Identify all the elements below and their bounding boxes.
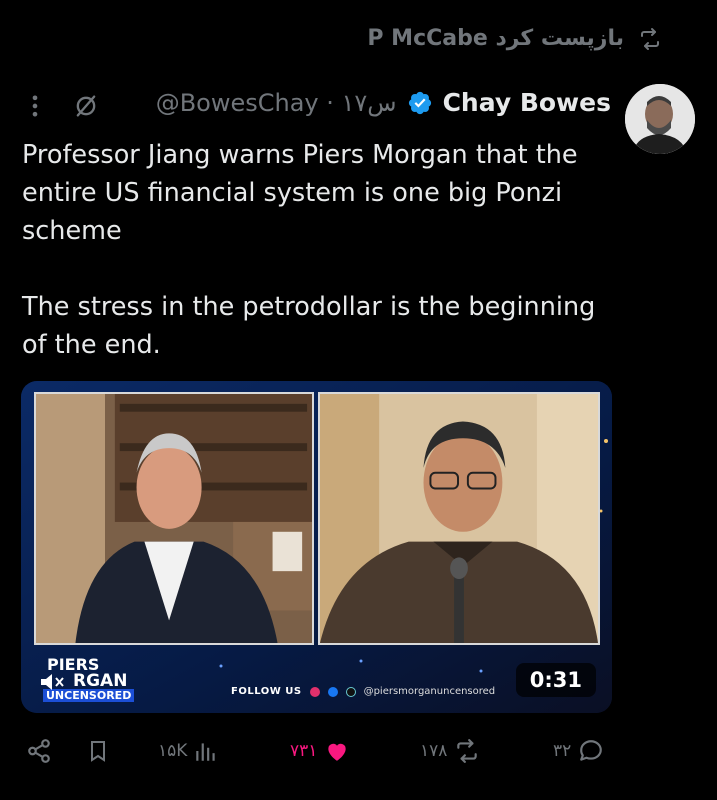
- instagram-icon: [309, 686, 320, 697]
- facebook-icon: [327, 686, 338, 697]
- avatar[interactable]: [625, 84, 695, 154]
- video-player[interactable]: PIERS RGAN UNCENSORED FOLLOW US @piersmo…: [21, 381, 612, 713]
- repost-icon: [638, 27, 662, 51]
- repost-indicator[interactable]: P McCabe بازپست کرد: [367, 26, 662, 51]
- social-handle: @piersmorganuncensored: [363, 686, 496, 697]
- action-bar: ۱۵K ۷۳۱ ۱۷۸ ۳۲: [0, 732, 717, 772]
- views-icon: [193, 738, 219, 764]
- author-display-name[interactable]: Chay Bowes: [443, 88, 611, 117]
- share-icon: [26, 738, 52, 764]
- handle-and-time[interactable]: @BowesChay · ۱۷س: [156, 89, 397, 117]
- share-button[interactable]: [26, 738, 52, 764]
- like-button[interactable]: ۷۳۱: [290, 738, 351, 764]
- verified-badge-icon: [407, 90, 433, 116]
- heart-icon: [323, 738, 351, 764]
- tiktok-icon: [345, 686, 356, 697]
- show-logo: PIERS RGAN UNCENSORED: [35, 653, 145, 703]
- bookmark-button[interactable]: [86, 738, 110, 764]
- logo-line-2: RGAN: [73, 671, 128, 691]
- guest-video-frame: [318, 392, 600, 645]
- host-video-frame: [34, 392, 314, 645]
- bookmark-icon: [86, 738, 110, 764]
- likes-count: ۷۳۱: [290, 741, 318, 761]
- mute-icon[interactable]: [39, 671, 67, 693]
- video-duration: 0:31: [515, 663, 596, 697]
- views-button[interactable]: ۱۵K: [158, 738, 219, 764]
- tweet-text: Professor Jiang warns Piers Morgan that …: [22, 140, 596, 360]
- retweet-icon: [453, 738, 481, 764]
- repost-text: P McCabe بازپست کرد: [367, 26, 624, 51]
- grok-icon[interactable]: [72, 92, 100, 120]
- reply-icon: [577, 738, 605, 764]
- more-options-icon[interactable]: [26, 92, 44, 120]
- follow-label: FOLLOW US: [231, 686, 302, 697]
- reposts-count: ۱۷۸: [420, 741, 448, 761]
- repost-button[interactable]: ۱۷۸: [420, 738, 481, 764]
- follow-strip: FOLLOW US @piersmorganuncensored: [231, 686, 495, 697]
- reply-button[interactable]: ۳۲: [553, 738, 605, 764]
- replies-count: ۳۲: [553, 741, 572, 761]
- views-count: ۱۵K: [158, 741, 188, 761]
